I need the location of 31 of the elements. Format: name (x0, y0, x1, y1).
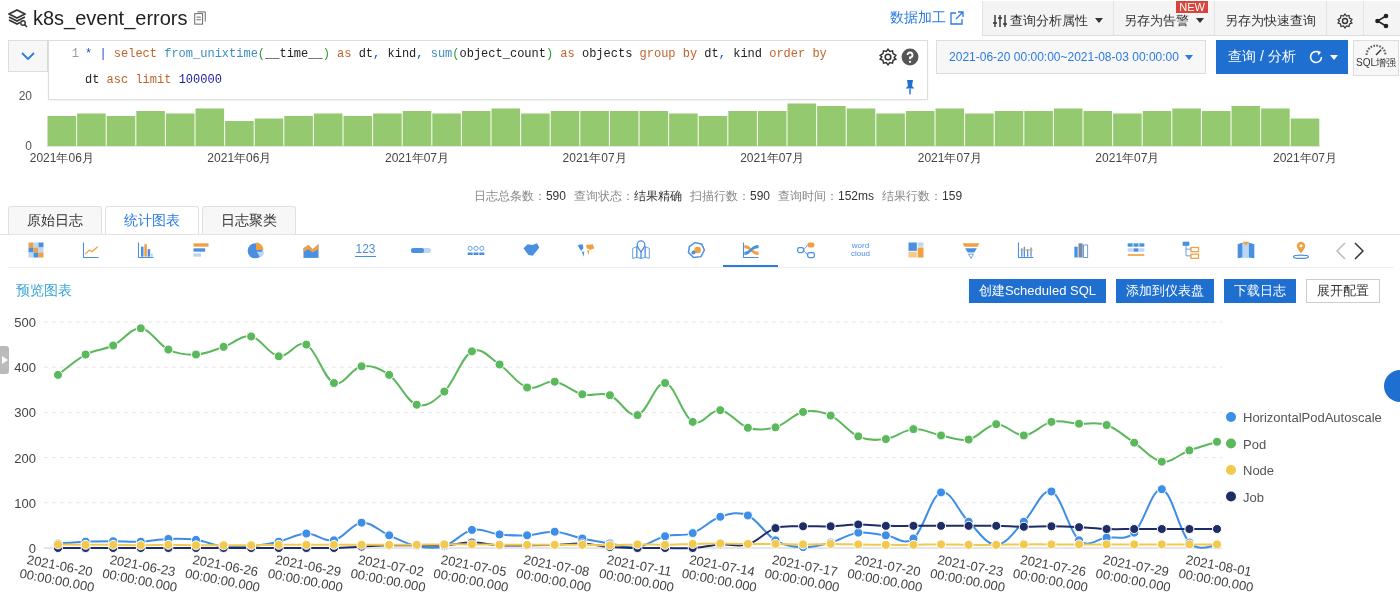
stat-value: 152ms (838, 189, 875, 203)
axis-label: 2021年07月 (1094, 150, 1161, 167)
stat-label: 结果行数： (882, 187, 943, 205)
axis-label: 400 (14, 360, 36, 376)
axis-label: 500 (14, 315, 36, 330)
axis-label: 300 (14, 405, 36, 421)
stat-label: 查询状态： (573, 187, 634, 205)
stat-value: 590 (749, 189, 770, 203)
logstore-title: k8s_event_errors (33, 6, 188, 30)
sql-query: * | select from_unixtime(__time__) as dt, kind, sum(object_count) as objects group by dt, kind order by dt asc limit 100000 (85, 46, 828, 89)
stat-value: 159 (942, 189, 963, 203)
axis-label: 200 (14, 450, 36, 466)
axis-label: 0 (25, 139, 32, 153)
line-number: 1 (70, 46, 79, 63)
axis-label: 2021年06月 (206, 150, 273, 167)
axis-label: 2021年06月 (28, 150, 95, 167)
new-badge: NEW (1176, 0, 1208, 13)
axis-label: 2021年07月 (1271, 150, 1338, 167)
axis-label: 2021年07月 (739, 150, 806, 167)
axis-label: 2021年07月 (383, 150, 450, 167)
stat-value: 结果精确 (633, 187, 682, 205)
stat-value: 590 (545, 189, 566, 203)
stat-label: 查询时间： (778, 187, 838, 205)
axis-label: 2021年07月 (916, 150, 983, 167)
axis-label: 100 (14, 495, 36, 511)
axis-label: 0 (28, 541, 36, 556)
axis-label: 20 (18, 89, 32, 103)
stat-label: 日志总条数： (473, 187, 546, 205)
preview-chart-title: 预览图表 (16, 282, 72, 300)
axis-label: 2021年07月 (561, 150, 628, 167)
stat-label: 扫描行数： (689, 187, 750, 205)
